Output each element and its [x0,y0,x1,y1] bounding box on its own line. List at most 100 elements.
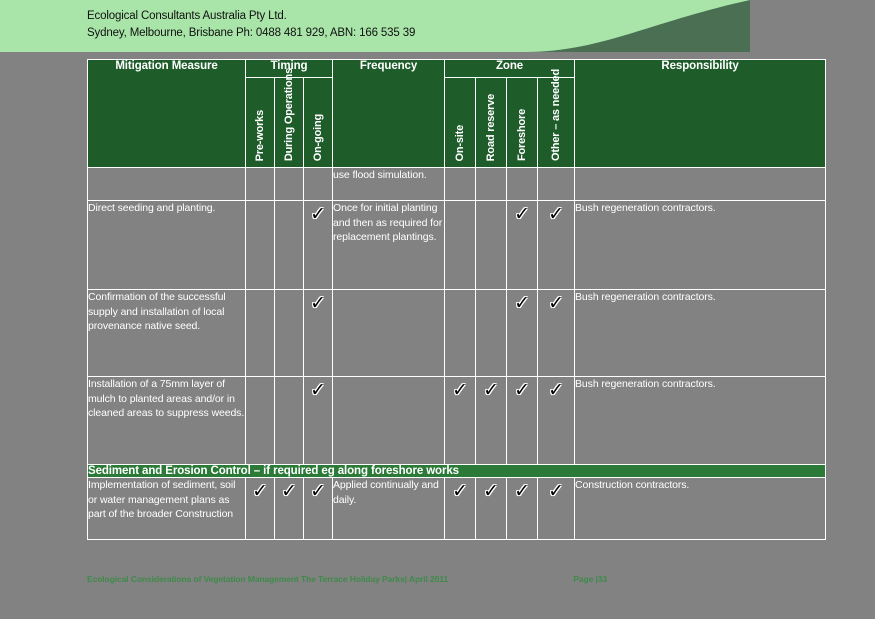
cell-zone-on-site[interactable] [444,200,477,290]
cell-timing-during-operations[interactable] [274,167,304,201]
cell-frequency [332,376,446,465]
cell-frequency: Applied continually and daily. [332,477,446,540]
cell-timing-pre-works[interactable] [245,167,275,201]
table-body: use flood simulation. Direct seeding and … [86,167,827,540]
cell-zone-on-site[interactable] [444,167,477,201]
cell-zone-other-as-needed[interactable]: ✓ [537,289,576,377]
cell-zone-foreshore[interactable] [506,167,539,201]
cell-zone-on-site[interactable]: ✓ [444,376,477,465]
cell-zone-foreshore[interactable]: ✓ [506,477,539,540]
checkmark-icon: ✓ [514,379,530,401]
letterhead-curve-graphic [450,0,750,52]
cell-timing-pre-works[interactable] [245,376,275,465]
table-row: use flood simulation. [87,167,827,201]
cell-mitigation-measure: Implementation of sediment, soil or wate… [87,477,246,540]
checkmark-icon: ✓ [483,379,499,401]
checkmark-icon: ✓ [310,480,326,502]
cell-timing-during-operations[interactable] [274,200,304,290]
cell-responsibility: Bush regeneration contractors. [574,200,827,290]
table-row: Installation of a 75mm layer of mulch to… [87,376,827,465]
letterhead-banner: Ecological Consultants Australia Pty Ltd… [0,0,750,52]
page-footer: Ecological Considerations of Vegetation … [87,574,825,584]
cell-zone-other-as-needed[interactable]: ✓ [537,200,576,290]
header-group-row: Mitigation Measure Timing Frequency Zone… [87,59,827,168]
checkmark-icon: ✓ [310,292,326,314]
checkmark-icon: ✓ [452,480,468,502]
col-header-other-as-needed: Other – as needed [537,69,576,168]
table-header: Mitigation Measure Timing Frequency Zone… [87,59,827,168]
cell-frequency [332,289,446,377]
col-header-mitigation-measure: Mitigation Measure [87,59,246,168]
checkmark-icon: ✓ [514,203,530,225]
checkmark-icon: ✓ [252,480,268,502]
letterhead-text: Ecological Consultants Australia Pty Ltd… [87,8,415,42]
checkmark-icon: ✓ [548,379,564,401]
mitigation-table-container: Mitigation Measure Timing Frequency Zone… [86,59,827,540]
checkmark-icon: ✓ [548,203,564,225]
foreshore-label: Foreshore [516,109,529,161]
cell-timing-during-operations[interactable]: ✓ [274,477,304,540]
cell-timing-pre-works[interactable]: ✓ [245,477,275,540]
cell-zone-other-as-needed[interactable] [537,167,576,201]
cell-zone-road-reserve[interactable]: ✓ [475,477,508,540]
cell-zone-other-as-needed[interactable]: ✓ [537,376,576,465]
cell-mitigation-measure: Direct seeding and planting. [87,200,246,290]
checkmark-icon: ✓ [310,379,326,401]
checkmark-icon: ✓ [548,480,564,502]
cell-zone-on-site[interactable] [444,289,477,377]
section-band-label: Sediment and Erosion Control – if requir… [86,464,827,478]
cell-timing-pre-works[interactable] [245,289,275,377]
cell-timing-during-operations[interactable] [274,289,304,377]
company-contact: Sydney, Melbourne, Brisbane Ph: 0488 481… [87,27,416,39]
table-row: Confirmation of the successful supply an… [87,289,827,377]
mitigation-measures-table: Mitigation Measure Timing Frequency Zone… [86,59,827,540]
cell-zone-foreshore[interactable]: ✓ [506,289,539,377]
cell-timing-on-going[interactable]: ✓ [302,200,334,290]
cell-responsibility [574,167,827,201]
col-header-on-going: On-going [302,77,334,168]
cell-responsibility: Construction contractors. [574,477,827,540]
cell-timing-on-going[interactable]: ✓ [302,376,334,465]
pre-works-label: Pre-works [254,109,266,161]
cell-zone-road-reserve[interactable]: ✓ [475,376,508,465]
col-header-during-operations: During Operations [274,68,304,168]
checkmark-icon: ✓ [310,203,326,225]
footer-page-number: Page |33 [573,574,607,584]
cell-timing-during-operations[interactable] [274,376,304,465]
cell-zone-road-reserve[interactable] [475,289,508,377]
checkmark-icon: ✓ [483,480,499,502]
cell-timing-on-going[interactable]: ✓ [302,289,334,377]
cell-zone-road-reserve[interactable] [475,200,508,290]
col-header-foreshore: Foreshore [506,77,539,168]
col-header-responsibility: Responsibility [574,59,827,168]
road-reserve-label: Road reserve [485,93,498,161]
col-header-frequency: Frequency [332,59,446,168]
cell-frequency: Once for initial planting and then as re… [332,200,446,290]
cell-responsibility: Bush regeneration contractors. [574,289,827,377]
cell-zone-on-site[interactable]: ✓ [444,477,477,540]
cell-responsibility: Bush regeneration contractors. [574,376,827,465]
cell-zone-foreshore[interactable]: ✓ [506,376,539,465]
checkmark-icon: ✓ [281,480,297,502]
cell-zone-road-reserve[interactable] [475,167,508,201]
cell-timing-on-going[interactable]: ✓ [302,477,334,540]
table-row: Direct seeding and planting. ✓ Once for in… [87,200,827,290]
checkmark-icon: ✓ [548,292,564,314]
checkmark-icon: ✓ [514,480,530,502]
other-as-needed-label: Other – as needed [550,69,563,161]
col-header-on-site: On-site [444,77,477,168]
cell-mitigation-measure: Installation of a 75mm layer of mulch to… [87,376,246,465]
checkmark-icon: ✓ [452,379,468,401]
checkmark-icon: ✓ [514,292,530,314]
during-operations-label: During Operations [283,67,295,161]
cell-timing-pre-works[interactable] [245,200,275,290]
page-canvas: Ecological Consultants Australia Pty Ltd… [0,0,875,619]
cell-frequency: use flood simulation. [332,167,446,201]
section-band-row: Sediment and Erosion Control – if requir… [86,464,827,478]
cell-zone-foreshore[interactable]: ✓ [506,200,539,290]
cell-timing-on-going[interactable] [302,167,334,201]
on-site-label: On-site [454,124,467,162]
cell-zone-other-as-needed[interactable]: ✓ [537,477,576,540]
company-name: Ecological Consultants Australia Pty Ltd… [87,10,287,22]
col-header-pre-works: Pre-works [245,77,275,168]
